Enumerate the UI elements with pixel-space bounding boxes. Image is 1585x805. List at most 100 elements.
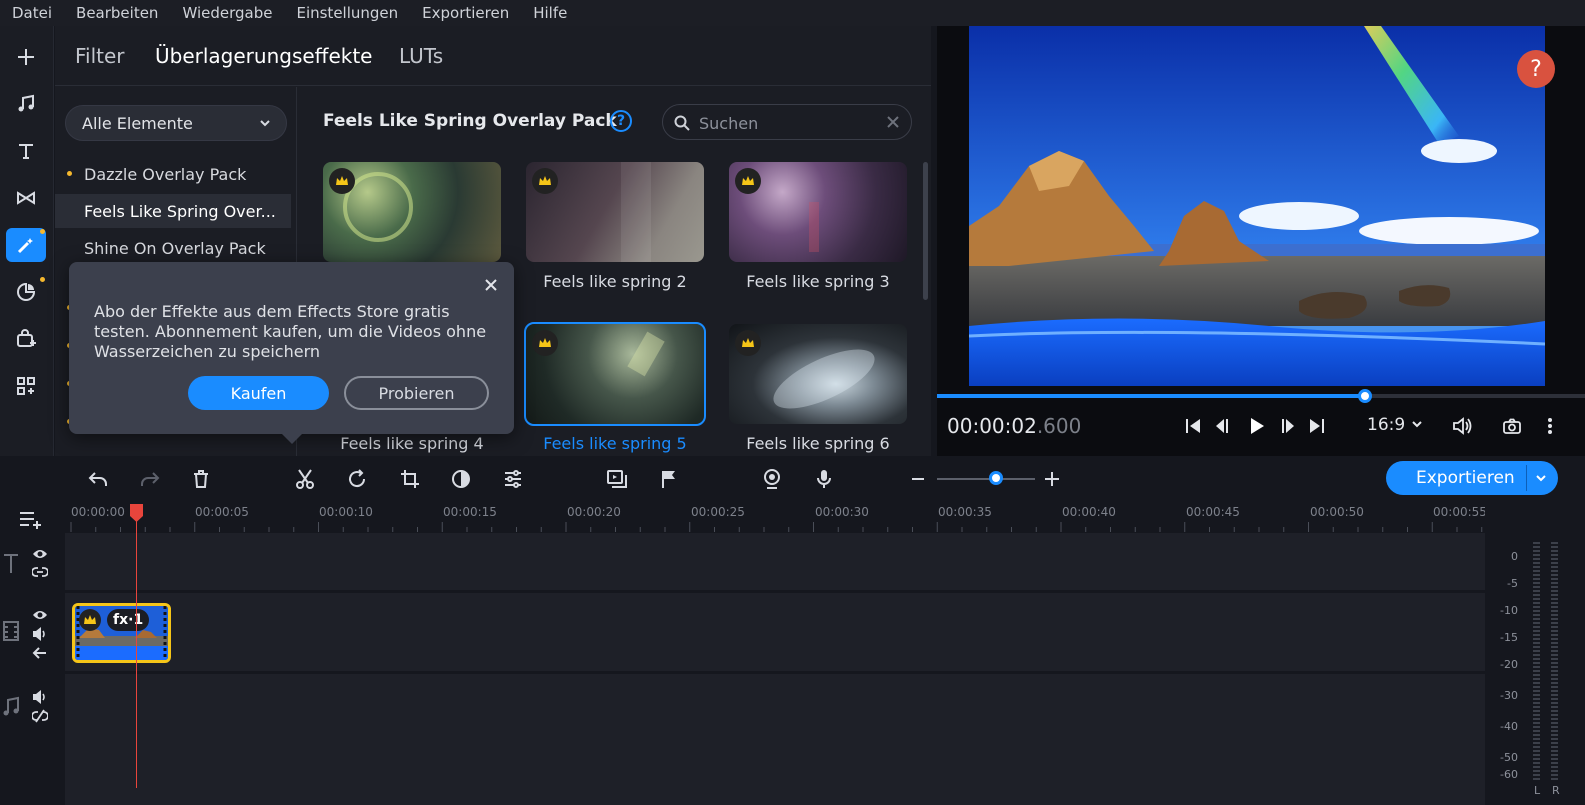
pack-help-button[interactable]: ? <box>610 110 632 132</box>
speaker-icon[interactable] <box>32 689 48 705</box>
tab-filter[interactable]: Filter <box>75 44 125 68</box>
undo-button[interactable] <box>85 466 111 492</box>
video-preview[interactable] <box>969 26 1545 386</box>
thumbnail-label: Feels like spring 4 <box>340 434 484 453</box>
overlay-thumbnail-selected[interactable] <box>524 322 706 426</box>
overlay-thumbnail[interactable] <box>526 162 704 262</box>
category-dropdown[interactable]: Alle Elemente <box>65 105 287 141</box>
snapshot-button[interactable] <box>1499 413 1525 439</box>
close-icon[interactable] <box>885 114 901 130</box>
close-icon[interactable] <box>484 278 498 292</box>
clip-properties-button[interactable] <box>500 466 526 492</box>
skip-end-button[interactable] <box>1304 413 1330 439</box>
buy-button[interactable]: Kaufen <box>188 376 329 410</box>
store-tool-button[interactable] <box>6 322 46 356</box>
add-media-button[interactable] <box>6 40 46 74</box>
tab-overlays[interactable]: Überlagerungseffekte <box>155 44 372 68</box>
speaker-icon[interactable] <box>32 626 48 642</box>
video-clip[interactable]: fx·1 <box>72 603 171 663</box>
eye-icon[interactable] <box>32 607 48 623</box>
tool-rail <box>0 26 54 456</box>
crown-icon <box>84 615 96 624</box>
insert-media-button[interactable] <box>604 466 630 492</box>
more-tools-button[interactable] <box>6 369 46 403</box>
overlay-thumbnail[interactable] <box>729 324 907 424</box>
cut-button[interactable] <box>292 466 318 492</box>
category-label: Shine On Overlay Pack <box>84 238 266 258</box>
menu-datei[interactable]: Datei <box>0 4 64 22</box>
track-headers <box>0 500 65 805</box>
overlay-thumbnail[interactable] <box>323 162 501 262</box>
progress-knob[interactable] <box>1357 389 1372 403</box>
more-options-button[interactable] <box>1537 413 1563 439</box>
play-button[interactable] <box>1243 413 1269 439</box>
music-tool-button[interactable] <box>6 87 46 121</box>
playhead-handle[interactable] <box>129 503 144 523</box>
redo-button[interactable] <box>137 466 163 492</box>
meter-label: -5 <box>1507 577 1518 590</box>
ruler-tick: 00:00:05 <box>195 505 249 519</box>
menu-wiedergabe[interactable]: Wiedergabe <box>170 4 284 22</box>
time-ruler[interactable]: 00:00:00 00:00:05 00:00:10 00:00:15 00:0… <box>65 500 1485 532</box>
zoom-slider-knob[interactable] <box>989 471 1003 485</box>
tab-luts[interactable]: LUTs <box>399 44 443 68</box>
rotate-button[interactable] <box>344 466 370 492</box>
new-badge-dot <box>67 171 72 176</box>
skip-start-button[interactable] <box>1180 413 1206 439</box>
video-track[interactable] <box>65 593 1485 671</box>
menu-exportieren[interactable]: Exportieren <box>410 4 521 22</box>
text-tool-button[interactable] <box>6 134 46 168</box>
zoom-slider-track[interactable] <box>937 478 1035 480</box>
webcam-icon <box>764 469 780 489</box>
export-button[interactable]: Exportieren <box>1386 461 1558 495</box>
help-button[interactable]: ? <box>1517 50 1555 88</box>
category-feels-like-spring[interactable]: Feels Like Spring Over... <box>55 194 291 228</box>
zoom-out-button[interactable] <box>905 466 931 492</box>
crown-icon <box>539 338 551 347</box>
eye-icon[interactable] <box>32 546 48 562</box>
menu-einstellungen[interactable]: Einstellungen <box>284 4 410 22</box>
ruler-tick: 00:00:25 <box>691 505 745 519</box>
thumbnail-scrollbar[interactable] <box>923 162 928 300</box>
meter-bar-right <box>1551 542 1558 782</box>
search-input[interactable] <box>699 111 879 135</box>
sliders-icon <box>505 470 521 488</box>
sticker-icon <box>17 282 36 301</box>
webcam-record-button[interactable] <box>759 466 785 492</box>
vertical-dots-icon <box>1548 418 1552 434</box>
previous-frame-button[interactable] <box>1210 413 1236 439</box>
progress-fill <box>937 394 1365 398</box>
link-icon[interactable] <box>32 564 48 580</box>
text-track[interactable] <box>65 533 1485 590</box>
volume-button[interactable] <box>1449 413 1475 439</box>
category-shine-on[interactable]: Shine On Overlay Pack <box>55 231 291 265</box>
menu-bearbeiten[interactable]: Bearbeiten <box>64 4 170 22</box>
voice-record-button[interactable] <box>811 466 837 492</box>
transitions-tool-button[interactable] <box>6 181 46 215</box>
chevron-down-icon[interactable] <box>1534 471 1548 485</box>
overlay-thumbnail[interactable] <box>729 162 907 262</box>
aspect-ratio-select[interactable]: 16:9 <box>1367 415 1423 435</box>
add-track-icon[interactable] <box>18 508 44 530</box>
marker-button[interactable] <box>656 466 682 492</box>
audio-track[interactable] <box>65 674 1485 805</box>
transition-icon <box>17 191 35 205</box>
menu-hilfe[interactable]: Hilfe <box>521 4 579 22</box>
export-divider <box>1526 465 1527 491</box>
crop-button[interactable] <box>397 466 423 492</box>
zoom-in-button[interactable] <box>1039 466 1065 492</box>
playback-progress[interactable] <box>937 389 1585 403</box>
category-dazzle[interactable]: Dazzle Overlay Pack <box>55 157 291 191</box>
color-adjust-button[interactable] <box>448 466 474 492</box>
try-button[interactable]: Probieren <box>344 376 489 410</box>
video-track-icon <box>3 621 19 641</box>
premium-crown-badge <box>735 330 761 356</box>
arrow-left-icon[interactable] <box>32 645 48 661</box>
unlink-icon[interactable] <box>32 708 48 724</box>
playhead-line <box>136 505 137 788</box>
crown-icon <box>539 176 551 185</box>
next-frame-button[interactable] <box>1274 413 1300 439</box>
microphone-icon <box>817 470 831 488</box>
delete-button[interactable] <box>188 466 214 492</box>
effects-count-badge[interactable]: fx·1 <box>107 609 150 631</box>
